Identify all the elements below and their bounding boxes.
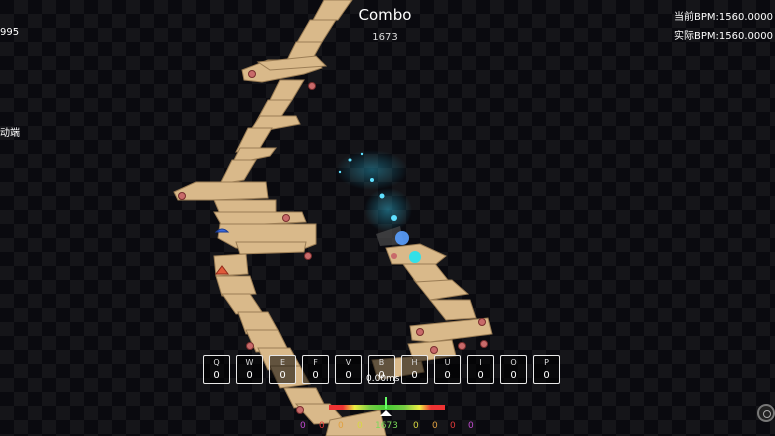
key-h: H0	[401, 355, 428, 384]
judge-early-perfect: 0	[357, 421, 363, 431]
judge-very-late: 0	[450, 421, 456, 431]
key-e: E0	[269, 355, 296, 384]
judge-too-early: 0	[300, 421, 306, 431]
judge-too-late: 0	[468, 421, 474, 431]
judge-early: 0	[338, 421, 344, 431]
actual-bpm: 实际BPM:1560.0000	[674, 31, 773, 42]
timing-tick	[385, 397, 387, 409]
key-q: Q0	[203, 355, 230, 384]
timing-arrow-icon	[380, 410, 392, 416]
left-label: 动端	[0, 128, 20, 139]
current-bpm: 当前BPM:1560.0000	[674, 12, 773, 23]
left-number: 995	[0, 27, 20, 38]
key-f: F0	[302, 355, 329, 384]
judge-late: 0	[432, 421, 438, 431]
key-w: W0	[236, 355, 263, 384]
judge-perfect: 1673	[375, 421, 398, 431]
key-o: O0	[500, 355, 527, 384]
judge-very-early: 0	[319, 421, 325, 431]
key-u: U0	[434, 355, 461, 384]
combo-title: Combo	[358, 6, 412, 24]
key-i: I0	[467, 355, 494, 384]
combo-count: 1673	[372, 32, 398, 43]
judge-late-perfect: 0	[413, 421, 419, 431]
settings-button[interactable]	[757, 404, 775, 422]
timing-ms: 0.00ms	[366, 374, 400, 384]
key-p: P0	[533, 355, 560, 384]
key-v: V0	[335, 355, 362, 384]
